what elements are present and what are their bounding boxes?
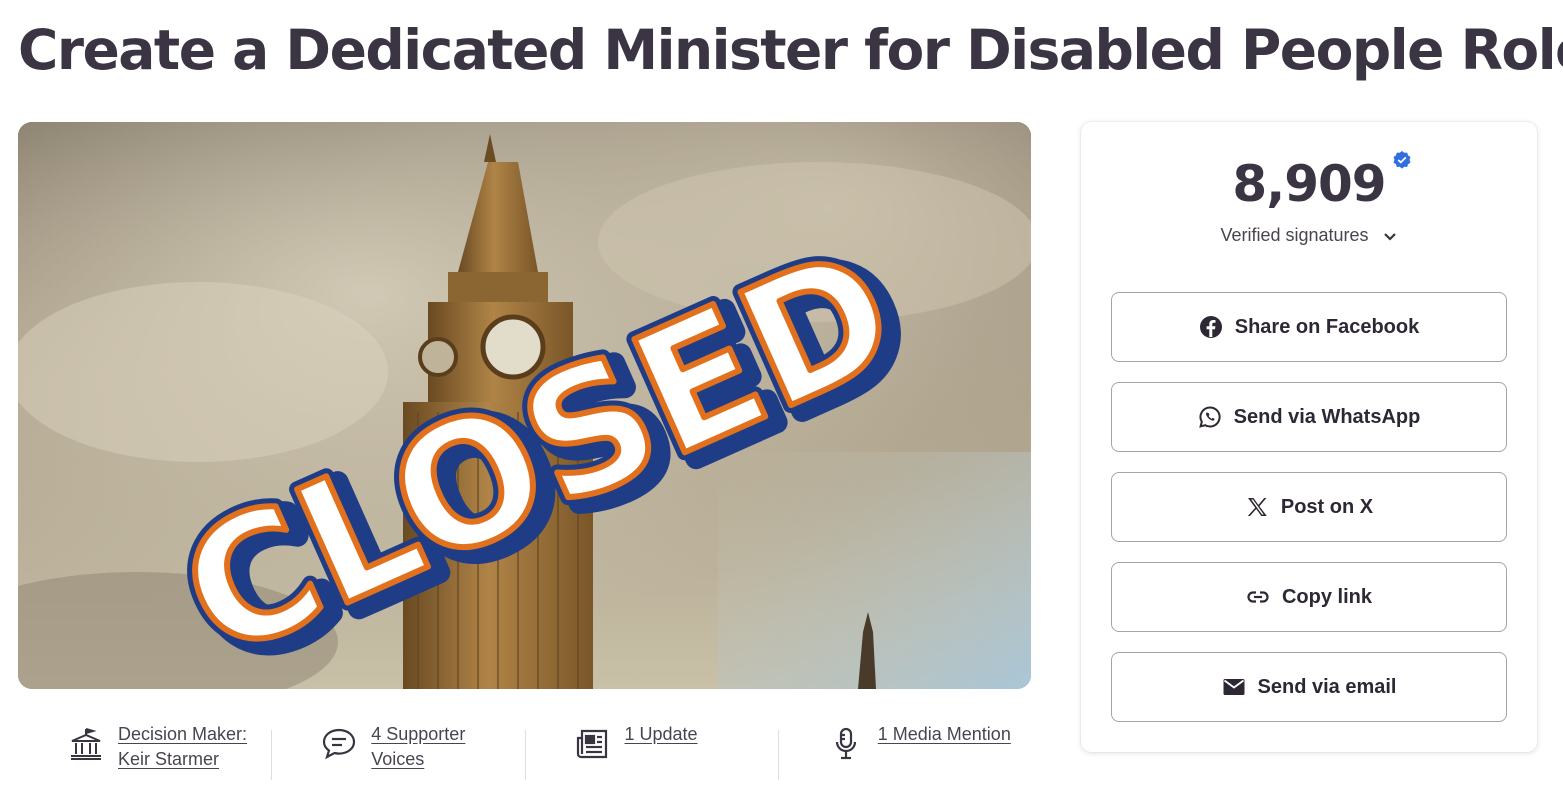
facebook-icon: [1199, 315, 1223, 339]
share-x-button[interactable]: Post on X: [1111, 472, 1507, 542]
email-icon: [1222, 675, 1246, 699]
speech-bubble-icon: [321, 726, 357, 762]
microphone-icon: [828, 726, 864, 762]
stat-decision-maker[interactable]: Decision Maker: Keir Starmer: [18, 722, 271, 786]
supporter-voices-link[interactable]: 4 Supporter Voices: [371, 722, 511, 772]
share-facebook-button[interactable]: Share on Facebook: [1111, 292, 1507, 362]
share-email-button[interactable]: Send via email: [1111, 652, 1507, 722]
decision-maker-link[interactable]: Decision Maker: Keir Starmer: [118, 722, 258, 772]
petition-stats: Decision Maker: Keir Starmer 4 Supporter…: [18, 722, 1031, 786]
updates-link[interactable]: 1 Update: [625, 722, 765, 747]
verified-check-icon: [1393, 151, 1411, 169]
stat-supporter-voices[interactable]: 4 Supporter Voices: [271, 722, 524, 786]
x-logo-icon: [1245, 495, 1269, 519]
signatures-label: Verified signatures: [1220, 225, 1369, 245]
stat-media-mentions[interactable]: 1 Media Mention: [777, 722, 1031, 786]
whatsapp-icon: [1198, 405, 1222, 429]
petition-hero-image: CLOSED CLOSED CLOSED: [18, 122, 1031, 689]
signatures-toggle[interactable]: Verified signatures: [1081, 225, 1537, 246]
stat-updates[interactable]: 1 Update: [524, 722, 778, 786]
big-ben-photo: CLOSED CLOSED CLOSED: [18, 122, 1031, 689]
newspaper-icon: [575, 726, 611, 762]
petition-page: Create a Dedicated Minister for Disabled…: [0, 0, 1563, 810]
signature-count: 8,909: [1232, 151, 1411, 216]
media-mentions-link[interactable]: 1 Media Mention: [878, 722, 1018, 747]
signature-share-card: 8,909 Verified signatures Share on Faceb…: [1081, 122, 1537, 752]
signature-count-value: 8,909: [1232, 155, 1386, 213]
share-x-label: Post on X: [1280, 495, 1374, 518]
government-building-icon: [68, 726, 104, 762]
link-icon: [1246, 585, 1270, 609]
copy-link-label: Copy link: [1281, 585, 1372, 608]
share-whatsapp-label: Send via WhatsApp: [1233, 405, 1421, 428]
page-title: Create a Dedicated Minister for Disabled…: [18, 18, 1563, 82]
chevron-down-icon: [1383, 233, 1396, 241]
share-facebook-label: Share on Facebook: [1234, 315, 1420, 338]
share-email-label: Send via email: [1257, 675, 1397, 698]
copy-link-button[interactable]: Copy link: [1111, 562, 1507, 632]
share-whatsapp-button[interactable]: Send via WhatsApp: [1111, 382, 1507, 452]
